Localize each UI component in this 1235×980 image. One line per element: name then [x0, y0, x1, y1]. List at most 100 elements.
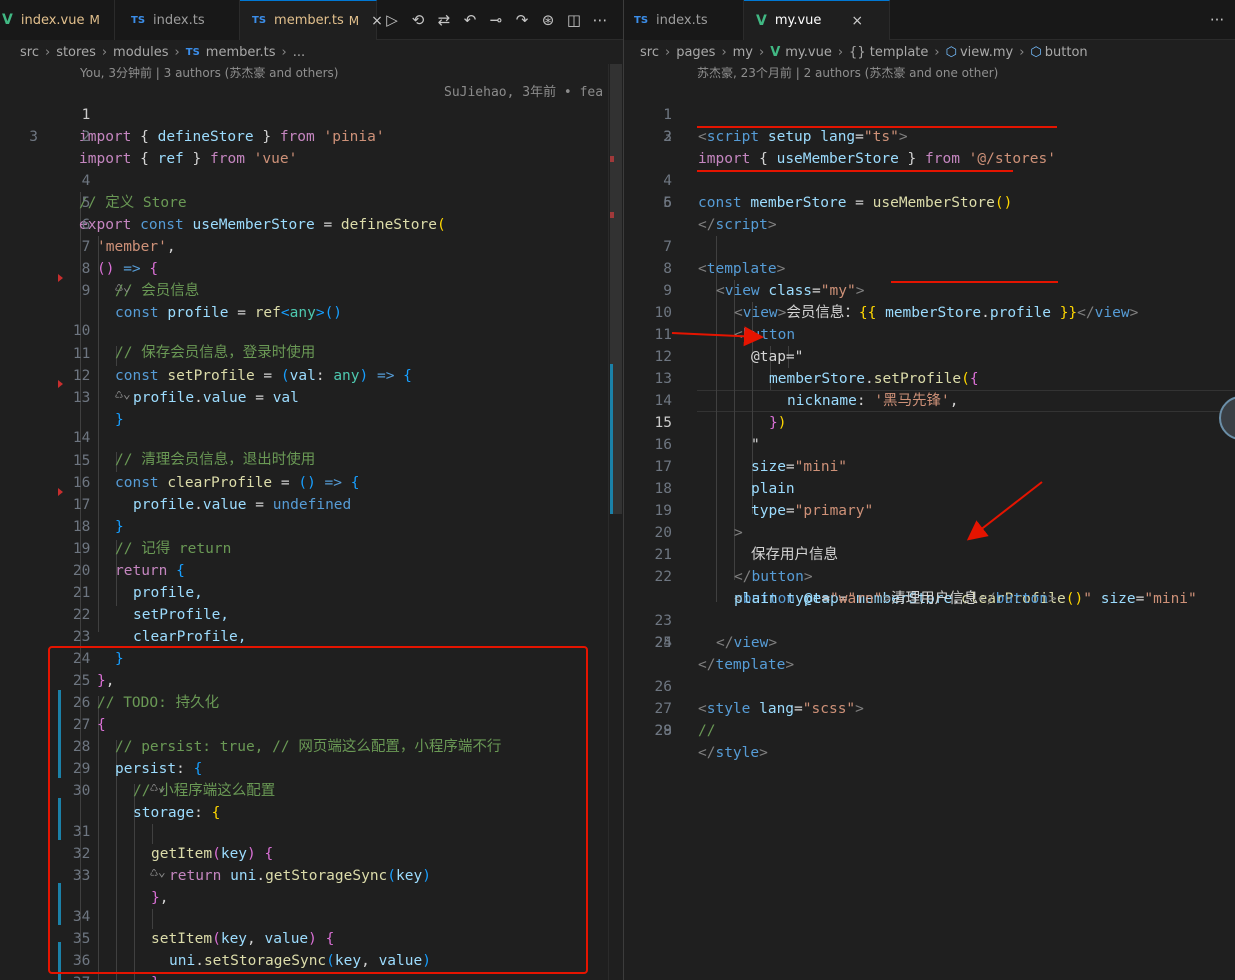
tab-index-ts[interactable]: TS index.ts — [624, 0, 744, 40]
breadcrumb-item[interactable]: modules — [113, 45, 169, 60]
breadcrumb: src › stores › modules › TS member.ts › ... — [0, 40, 623, 64]
breadcrumb-item[interactable]: view.my — [960, 45, 1013, 60]
element-icon: ⬡ — [1030, 44, 1042, 60]
tab-my-vue[interactable]: V my.vue × — [744, 0, 890, 40]
close-icon[interactable]: × — [851, 13, 863, 29]
code-line: 22 <button @tap="memberStore.clearProfil… — [654, 569, 1197, 607]
annotation-highlight-box — [48, 646, 588, 974]
right-tab-bar: TS index.ts V my.vue × ··· — [624, 0, 1235, 40]
code-line: 23 } — [72, 629, 124, 667]
code-line: 20 保存用户信息 — [654, 525, 838, 563]
typescript-file-icon: TS — [252, 15, 267, 26]
code-line: 8 <view class="my"> — [663, 261, 865, 299]
breadcrumb-item[interactable]: src — [20, 45, 39, 60]
code-line: 7 <template> — [663, 239, 786, 277]
breadcrumb-item[interactable]: src — [640, 45, 659, 60]
code-line: 8 // 会员信息 — [81, 261, 200, 299]
timeline-icon[interactable]: ⟲ — [409, 12, 427, 28]
breadcrumb-item[interactable]: pages — [676, 45, 715, 60]
code-line: 18 // 记得 return — [72, 519, 232, 557]
chevron-right-icon: › — [664, 44, 671, 60]
code-line: 11 @tap=" — [654, 327, 804, 365]
right-editor-pane: TS index.ts V my.vue × ··· src › pages › m… — [624, 0, 1235, 980]
vue-file-icon: V — [2, 12, 13, 28]
code-line: 27 // — [654, 701, 716, 739]
commit-icon[interactable]: ⊸ — [487, 12, 505, 28]
code-line: 24 }, — [72, 651, 115, 689]
code-line: 23 </view> — [654, 613, 778, 651]
code-editor[interactable]: 1 <script setup lang="ts"> 2 import { us… — [624, 82, 1235, 980]
code-line: 5 </script> — [663, 195, 777, 233]
annotation-underline — [891, 281, 1058, 283]
codelens-blame[interactable]: You, 3分钟前 | 3 authors (苏杰豪 and others) — [80, 64, 338, 82]
more-icon[interactable]: ··· — [1208, 12, 1226, 28]
code-line: 16 profile.value = undefined — [72, 475, 352, 513]
breadcrumb: src › pages › my › V my.vue › {} template › ⬡… — [624, 40, 1235, 64]
breadcrumb-item[interactable]: member.ts — [206, 45, 276, 60]
chevron-right-icon: › — [44, 44, 51, 60]
code-line: 4 const memberStore = useMemberStore() — [663, 173, 1013, 211]
code-line: 20 profile, — [72, 563, 203, 601]
run-icon[interactable]: ▷ — [383, 12, 401, 28]
chevron-right-icon: › — [174, 44, 180, 60]
vue-file-icon: V — [770, 44, 781, 60]
code-line: 26 <style lang="scss"> — [654, 679, 864, 717]
chevron-right-icon: › — [1019, 44, 1025, 60]
code-line: 18 type="primary" — [654, 481, 874, 519]
code-line: 21 setProfile, — [72, 585, 230, 623]
chevron-right-icon: › — [101, 44, 108, 60]
code-line: 17 plain — [654, 459, 795, 497]
copilot-hint-icon[interactable]: ♺⌄ — [115, 387, 131, 402]
code-line: 12 profile.value = val — [72, 368, 299, 406]
chevron-right-icon: › — [721, 44, 727, 60]
code-line: 6 'member', — [81, 217, 176, 255]
tab-index-vue[interactable]: V index.vue M — [0, 0, 115, 40]
code-line: 9 <view>会员信息：{{ memberStore.profile }}</… — [663, 283, 1139, 321]
copilot-hint-icon[interactable]: ♺⌄ — [115, 280, 131, 295]
breadcrumb-item[interactable]: button — [1045, 45, 1088, 60]
scrollbar-marker — [610, 156, 614, 162]
code-line: 12 memberStore.setProfile({ — [654, 349, 979, 387]
chevron-right-icon: › — [934, 44, 940, 60]
code-line: 14 // 清理会员信息，退出时使用 — [72, 430, 316, 468]
code-line: 16 size="mini" — [654, 437, 848, 475]
git-graph-icon[interactable]: ⊛ — [539, 12, 557, 28]
tab-member-ts[interactable]: TS member.ts M × — [240, 0, 383, 40]
code-line: 11 const setProfile = (val: any) => { — [72, 346, 412, 384]
code-line: 22 clearProfile, — [72, 607, 247, 645]
code-line: 10 <button — [654, 305, 796, 343]
code-line: 1 <script setup lang="ts"> — [663, 107, 908, 145]
scrollbar-git-marker — [610, 364, 613, 514]
split-editor-icon[interactable]: ◫ — [565, 12, 583, 28]
breadcrumb-item[interactable]: my.vue — [785, 45, 832, 60]
breadcrumb-item[interactable]: my — [733, 45, 753, 60]
scrollbar[interactable] — [608, 64, 622, 980]
code-line: 15 const clearProfile = () => { — [72, 453, 360, 491]
code-line: 25 — [654, 635, 672, 651]
code-line: 14 }) — [654, 393, 787, 431]
code-line: 17 } — [72, 497, 124, 535]
annotation-underline — [697, 126, 1057, 128]
breadcrumb-item[interactable]: stores — [56, 45, 96, 60]
code-line: 19 > — [654, 503, 743, 541]
scrollbar-marker — [610, 212, 614, 218]
diff-prev-icon[interactable]: ↶ — [461, 12, 479, 28]
code-line: 9 const profile = ref<any>() — [81, 283, 343, 321]
diff-next-icon[interactable]: ↷ — [513, 12, 531, 28]
typescript-file-icon: TS — [131, 14, 146, 26]
close-icon[interactable]: × — [371, 13, 383, 29]
code-line: 2 import { useMemberStore } from '@/stor… — [663, 129, 1056, 167]
tab-index-ts[interactable]: TS index.ts — [115, 0, 240, 40]
code-line: 3 — [29, 129, 38, 145]
code-line: 3 — [663, 129, 672, 145]
more-icon[interactable]: ⋯ — [591, 12, 609, 28]
code-line: 15 " — [654, 415, 760, 453]
code-line: 13 } — [72, 390, 124, 428]
codelens-blame[interactable]: 苏杰豪, 23个月前 | 2 authors (苏杰豪 and one othe… — [697, 64, 998, 82]
breadcrumb-item[interactable]: ... — [293, 45, 305, 60]
code-line: 6 — [663, 195, 672, 211]
breadcrumb-item[interactable]: {} template — [849, 45, 928, 60]
vue-file-icon: V — [756, 12, 767, 29]
compare-icon[interactable]: ⇄ — [435, 12, 453, 28]
code-line: 29 — [654, 723, 672, 739]
